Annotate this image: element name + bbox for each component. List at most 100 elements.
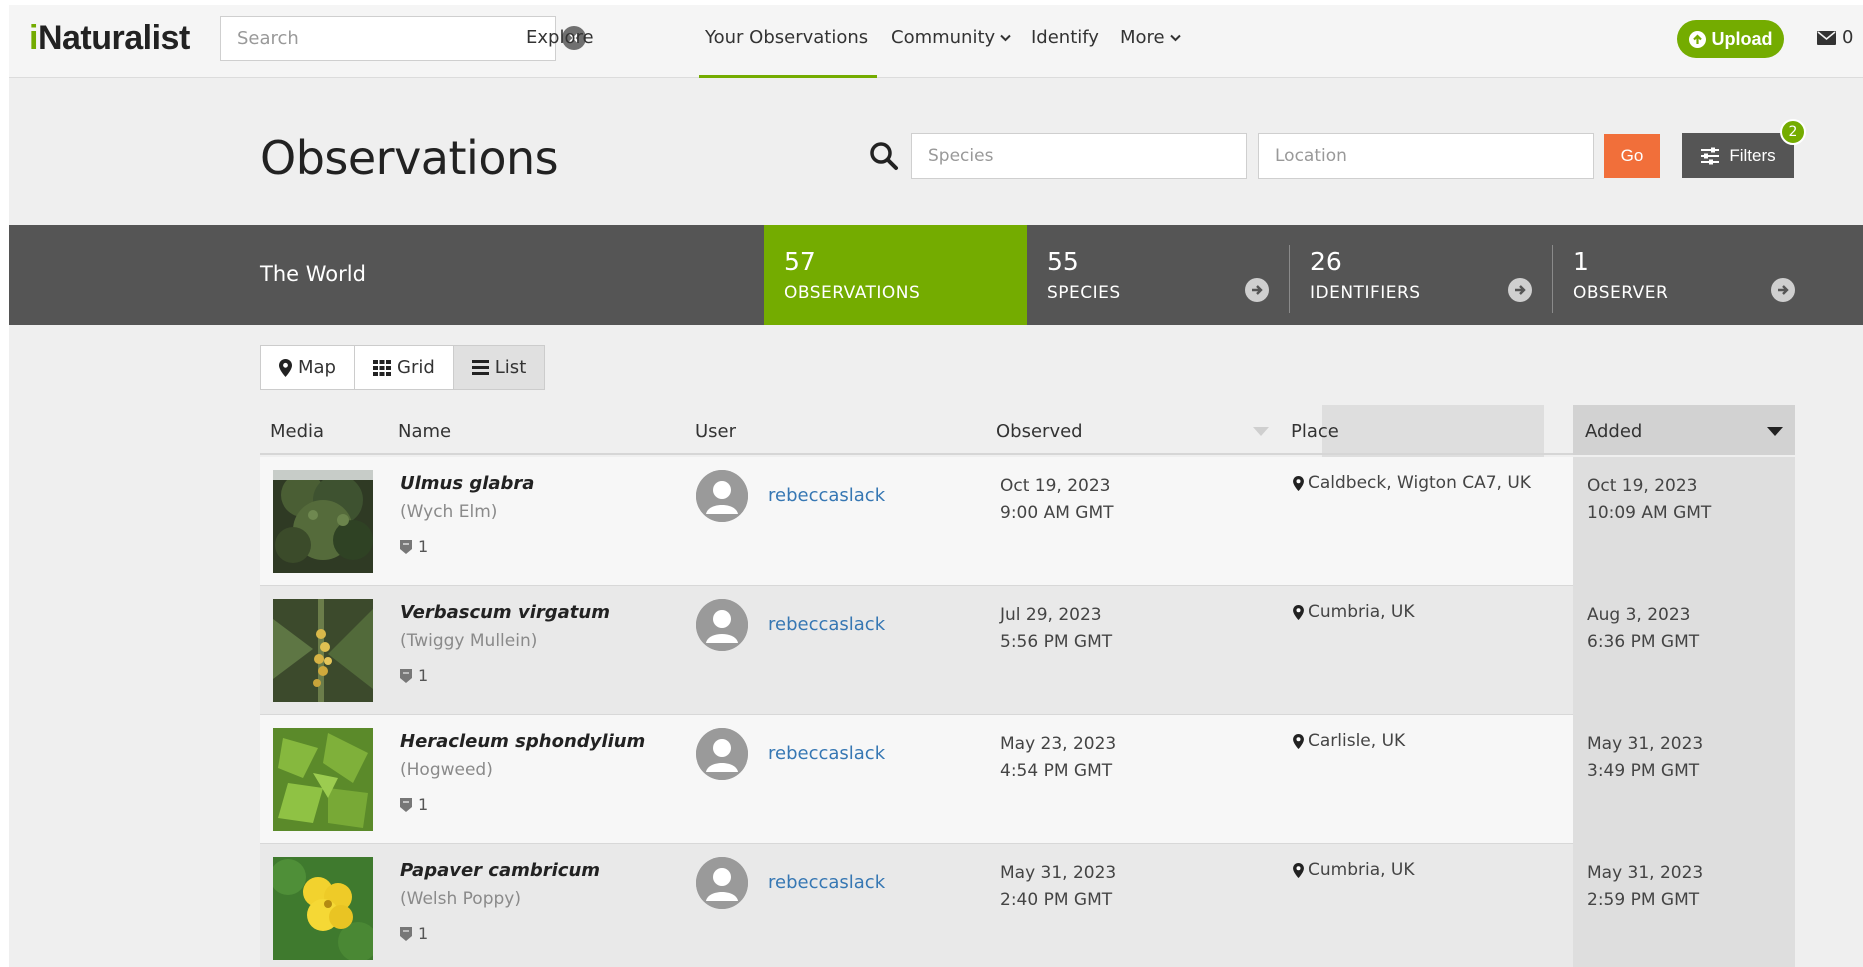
- observation-photo[interactable]: [273, 470, 373, 573]
- added-date: Aug 3, 2023: [1587, 605, 1691, 625]
- nav-your-observations[interactable]: Your Observations: [705, 27, 868, 48]
- stat-observations[interactable]: 57 OBSERVATIONS: [764, 225, 1027, 325]
- stat-species[interactable]: 55 SPECIES: [1027, 225, 1289, 325]
- place-name: Caldbeck, Wigton CA7, UK: [1308, 473, 1531, 493]
- view-map-button[interactable]: Map: [261, 346, 355, 389]
- id-count-value: 1: [418, 924, 429, 943]
- observed-time: 2:40 PM GMT: [1000, 890, 1113, 910]
- species-input[interactable]: [911, 133, 1247, 179]
- place-name: Cumbria, UK: [1308, 602, 1415, 622]
- sort-observed-icon[interactable]: [1253, 427, 1269, 436]
- user-link[interactable]: rebeccaslack: [768, 872, 885, 893]
- col-place[interactable]: Place: [1291, 421, 1339, 442]
- stat-number: 55: [1047, 247, 1079, 276]
- page-title: Observations: [260, 131, 559, 185]
- scientific-name[interactable]: Verbascum virgatum: [400, 602, 610, 623]
- place-cell: Cumbria, UK: [1293, 860, 1415, 880]
- col-user[interactable]: User: [695, 421, 736, 442]
- user-link[interactable]: rebeccaslack: [768, 614, 885, 635]
- user-avatar[interactable]: [696, 728, 748, 780]
- table-header: Media Name User Observed Place Added: [260, 405, 1795, 455]
- stat-identifiers[interactable]: 26 IDENTIFIERS: [1290, 225, 1552, 325]
- arrow-right-icon: [1508, 278, 1532, 302]
- stat-label: IDENTIFIERS: [1310, 283, 1421, 303]
- col-media: Media: [270, 421, 325, 442]
- location-input[interactable]: [1258, 133, 1594, 179]
- messages-link[interactable]: 0: [1817, 27, 1853, 48]
- nav-identify[interactable]: Identify: [1031, 27, 1099, 48]
- map-marker-icon: [279, 358, 292, 377]
- user-avatar[interactable]: [696, 470, 748, 522]
- observation-photo[interactable]: [273, 599, 373, 702]
- user-avatar[interactable]: [696, 857, 748, 909]
- observed-date: Oct 19, 2023: [1000, 476, 1111, 496]
- col-observed[interactable]: Observed: [996, 421, 1083, 442]
- inaturalist-logo[interactable]: iNaturalist: [29, 19, 190, 58]
- added-date: May 31, 2023: [1587, 734, 1704, 754]
- chevron-down-icon: [1169, 34, 1181, 42]
- scientific-name[interactable]: Heracleum sphondylium: [400, 731, 645, 752]
- user-avatar[interactable]: [696, 599, 748, 651]
- scientific-name[interactable]: Papaver cambricum: [400, 860, 600, 881]
- table-row[interactable]: Ulmus glabra (Wych Elm) 1 rebeccaslack O…: [260, 457, 1795, 586]
- identification-icon: [400, 926, 412, 941]
- go-button[interactable]: Go: [1604, 134, 1660, 178]
- observation-photo[interactable]: [273, 728, 373, 831]
- nav-more[interactable]: More: [1120, 27, 1181, 48]
- scientific-name[interactable]: Ulmus glabra: [400, 473, 534, 494]
- map-marker-icon: [1293, 605, 1304, 620]
- stat-label: SPECIES: [1047, 283, 1121, 303]
- id-count-value: 1: [418, 795, 429, 814]
- id-count: 1: [400, 795, 428, 814]
- search-icon: [870, 142, 898, 170]
- common-name: (Wych Elm): [400, 502, 498, 522]
- place-cell: Carlisle, UK: [1293, 731, 1405, 751]
- site-search-input[interactable]: [220, 16, 556, 61]
- observed-datetime: Oct 19, 2023 9:00 AM GMT: [1000, 473, 1114, 527]
- message-count: 0: [1842, 27, 1854, 48]
- observation-photo[interactable]: [273, 857, 373, 960]
- col-name[interactable]: Name: [398, 421, 451, 442]
- nav-community[interactable]: Community: [891, 27, 1011, 48]
- list-icon: [471, 360, 489, 375]
- observed-date: May 31, 2023: [1000, 863, 1117, 883]
- table-row[interactable]: Papaver cambricum (Welsh Poppy) 1 rebecc…: [260, 844, 1795, 967]
- view-grid-button[interactable]: Grid: [355, 346, 454, 389]
- view-map-label: Map: [298, 357, 336, 378]
- added-datetime: May 31, 2023 2:59 PM GMT: [1587, 860, 1703, 914]
- added-time: 3:49 PM GMT: [1587, 761, 1700, 781]
- stat-number: 26: [1310, 247, 1342, 276]
- place-name: Carlisle, UK: [1308, 731, 1406, 751]
- added-date: Oct 19, 2023: [1587, 476, 1698, 496]
- stats-bar: The World 57 OBSERVATIONS 55 SPECIES 26 …: [9, 225, 1863, 325]
- col-added[interactable]: Added: [1585, 421, 1642, 442]
- place-cell: Cumbria, UK: [1293, 602, 1415, 622]
- nav-explore[interactable]: Explore: [526, 27, 594, 48]
- common-name: (Hogweed): [400, 760, 493, 780]
- filters-button[interactable]: Filters: [1682, 133, 1794, 178]
- added-time: 6:36 PM GMT: [1587, 632, 1700, 652]
- logo-text: Naturalist: [37, 19, 190, 57]
- stat-observer[interactable]: 1 OBSERVER: [1553, 225, 1815, 325]
- added-datetime: Oct 19, 2023 10:09 AM GMT: [1587, 473, 1711, 527]
- observed-time: 5:56 PM GMT: [1000, 632, 1113, 652]
- observed-time: 9:00 AM GMT: [1000, 503, 1114, 523]
- arrow-right-icon: [1245, 278, 1269, 302]
- added-datetime: Aug 3, 2023 6:36 PM GMT: [1587, 602, 1699, 656]
- common-name: (Twiggy Mullein): [400, 631, 538, 651]
- upload-button[interactable]: Upload: [1677, 20, 1784, 58]
- observed-datetime: Jul 29, 2023 5:56 PM GMT: [1000, 602, 1112, 656]
- view-list-button[interactable]: List: [453, 346, 545, 389]
- place-name: The World: [260, 262, 366, 286]
- user-link[interactable]: rebeccaslack: [768, 743, 885, 764]
- stat-number: 1: [1573, 247, 1589, 276]
- table-row[interactable]: Verbascum virgatum (Twiggy Mullein) 1 re…: [260, 586, 1795, 715]
- id-count: 1: [400, 537, 428, 556]
- stat-label: OBSERVATIONS: [784, 283, 921, 303]
- id-count-value: 1: [418, 666, 429, 685]
- table-row[interactable]: Heracleum sphondylium (Hogweed) 1 rebecc…: [260, 715, 1795, 844]
- filters-count-badge: 2: [1780, 119, 1806, 145]
- sort-added-icon[interactable]: [1767, 427, 1783, 436]
- user-link[interactable]: rebeccaslack: [768, 485, 885, 506]
- place-cell: Caldbeck, Wigton CA7, UK: [1293, 473, 1531, 493]
